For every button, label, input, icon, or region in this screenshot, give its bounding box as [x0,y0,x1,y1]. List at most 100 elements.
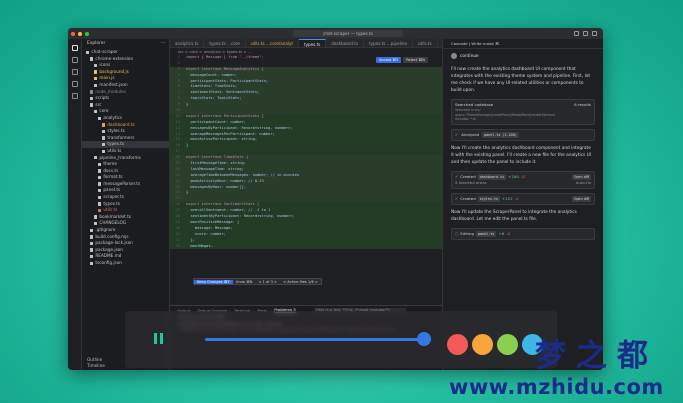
tree-item[interactable]: types.ts [82,201,169,208]
tree-item[interactable]: theme [82,161,169,168]
extensions-icon[interactable] [71,93,78,99]
tree-item[interactable]: utils.ts [82,148,169,155]
tree-item[interactable]: src [82,102,169,109]
editor-tab[interactable]: types.ts [299,39,327,47]
tree-item[interactable]: bookmarklet.ts [82,214,169,221]
lines-removed: -0 [514,195,519,201]
code-text: } [186,102,189,107]
file-icon [86,50,90,54]
analyzed-label: Analyzed [461,131,480,137]
editor-tab[interactable]: dashboard.ts [326,39,365,47]
file-icon [98,195,102,200]
tree-item[interactable]: docs.ts [82,168,169,175]
tree-item[interactable]: README.md [82,253,169,260]
search-results-count: 6 results [574,102,591,107]
tree-item[interactable]: dashboard.ts [82,122,169,129]
created-label: Created [460,195,476,201]
video-progress-thumb[interactable] [417,332,432,346]
tree-item[interactable]: package.json [82,247,169,254]
tree-item[interactable]: manifest.json [82,82,169,89]
tree-item[interactable]: background.js [82,69,169,76]
editor-tab[interactable]: types.ts …core [204,39,246,47]
tree-item[interactable]: icons [82,62,169,69]
diff-navigation[interactable]: < 1 of 3 > [255,280,280,284]
editing-panel-box: ◌ Editing panel.ts +6 -0 [451,227,595,240]
tree-item-label: scripts [95,95,110,101]
file-icon [102,149,106,153]
code-editor[interactable]: 1 import { Message } from "../theme"; 2 3 ex… [170,55,442,251]
tree-item[interactable]: scripts [82,95,169,102]
tree-item[interactable]: panel.ts [82,187,169,194]
tree-item[interactable]: tsconfig.json [82,260,169,267]
toggle-sidebar-icon[interactable] [574,31,579,36]
explorer-icon[interactable] [71,45,78,51]
lines-removed: -0 [506,230,510,236]
run-debug-icon[interactable] [71,81,78,87]
close-window-button[interactable] [71,31,75,36]
file-icon [90,228,94,233]
tree-item[interactable]: pipeline_transforms [82,155,169,162]
editor-tab[interactable]: analytics.ts [170,39,205,47]
tree-item[interactable]: messageParser.ts [82,181,169,188]
video-progress-track[interactable] [205,338,431,341]
file-icon [90,90,94,94]
auto-fix-label[interactable]: Auto-fix [576,180,591,186]
active-files-navigation[interactable]: < Active files 1/6 > [280,280,321,284]
source-control-icon[interactable] [71,69,78,75]
pause-icon[interactable] [154,333,163,344]
tree-item[interactable]: .gitignore [82,227,169,234]
more-actions-icon[interactable]: ··· [161,39,165,49]
tree-item[interactable]: scraper.ts [82,194,169,201]
tree-item[interactable]: analytics [82,115,169,122]
tree-item[interactable]: types.ts [82,141,169,148]
breadcrumb[interactable]: src > core > analytics > types.ts > … [170,48,442,55]
tree-item-label: node_modules [95,88,126,94]
toggle-panel-icon[interactable] [583,31,588,36]
tree-item[interactable]: build.config.mjs [82,234,169,241]
explorer-title: Explorer [87,41,106,46]
editing-file-pill[interactable]: panel.ts [475,230,497,237]
editor-tab[interactable]: utils.ts [413,39,438,47]
tree-item[interactable]: chat-scraper [82,49,169,56]
tree-item[interactable]: chrome-extension [82,56,169,63]
editor-tab[interactable]: types.ts …pipeline [364,39,414,47]
analyzed-file-pill[interactable]: panel.ts (1-240) [482,131,519,138]
tree-item-label: docs.ts [103,167,119,173]
tree-item[interactable]: node_modules [82,89,169,96]
avatar [451,53,457,59]
file-icon [98,175,102,180]
open-diff-button[interactable]: Open diff [571,195,591,202]
tree-item[interactable]: transformers [82,135,169,142]
search-icon[interactable] [71,57,78,63]
keep-changes-button[interactable]: Keep Changes ⌘Y [194,279,233,284]
tree-item[interactable]: main.js [82,75,169,82]
command-search[interactable]: chat-scraper — types.ts [293,30,403,37]
tree-item[interactable]: core [82,108,169,115]
minimize-window-button[interactable] [78,31,82,36]
tree-item[interactable]: styles.ts [82,128,169,135]
inserted-areas-label: 5 inserted areas [455,179,487,185]
chat-body: continue I'll now create the analytics d… [443,49,603,240]
created-file-pill[interactable]: styles.ts [477,195,501,202]
maximize-window-button[interactable] [85,31,89,36]
file-icon [102,142,106,147]
searched-codebase-box[interactable]: Searched codebase 6 results Searched in … [451,99,595,125]
tree-item[interactable]: package-lock.json [82,240,169,247]
tree-item[interactable]: utils.ts [82,207,169,214]
toggle-secondary-icon[interactable] [592,31,597,36]
file-icon [102,129,106,134]
tree-item[interactable]: CHANGELOG [82,220,169,227]
tree-item-label: types.ts [107,141,125,147]
assistant-paragraph-3: Now I'll update the ScraperPanel to inte… [451,209,577,222]
search-label: chat-scraper — types.ts [323,31,373,36]
undo-changes-button[interactable]: Undo ⌘N [233,280,256,284]
analyzed-file-box[interactable]: ✓ Analyzed panel.ts (1-240) [451,128,595,141]
file-icon [94,156,98,160]
code-text: import { Message } from "../theme"; [186,55,264,59]
tree-item-label: types.ts [103,200,121,206]
editor-tab[interactable]: utils.ts …core/analyt [246,39,300,47]
tree-item-label: package-lock.json [95,240,133,246]
tree-item[interactable]: format.ts [82,174,169,181]
tree-item-label: messageParser.ts [103,180,141,186]
search-detail-3: includes: *.ts [455,117,476,122]
